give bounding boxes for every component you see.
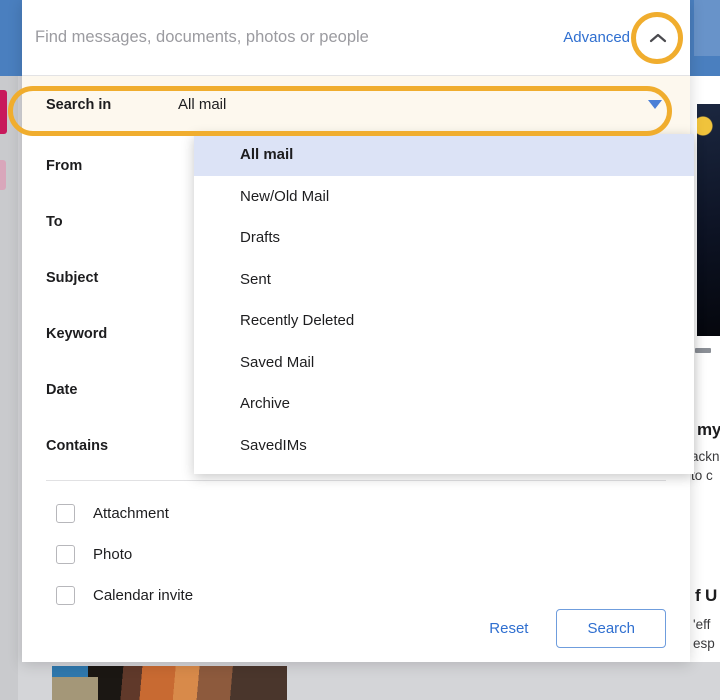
background-article-1-body-line2: to c (691, 468, 713, 483)
background-article-1-heading: my (697, 420, 720, 439)
dropdown-option-drafts[interactable]: Drafts (194, 217, 694, 259)
background-article-1-body-line1: ackn (691, 449, 720, 464)
search-in-row: Search in All mail (22, 76, 690, 135)
background-app-header-accent (694, 0, 720, 56)
background-bottom-photo-rock (52, 677, 98, 700)
field-label-date: Date (46, 382, 78, 398)
reset-button[interactable]: Reset (479, 612, 538, 645)
background-article-image (697, 104, 720, 336)
background-bottom-photo-sky (52, 666, 88, 677)
search-in-dropdown-menu: All mail New/Old Mail Drafts Sent Recent… (194, 134, 694, 474)
background-article-1-body: ackn to c (691, 447, 720, 485)
field-label-contains: Contains (46, 438, 109, 454)
dropdown-option-new-old-mail[interactable]: New/Old Mail (194, 176, 694, 218)
search-in-selected-value: All mail (178, 96, 227, 113)
chevron-down-icon (648, 100, 662, 109)
background-article-2-body-line1: 'eff (693, 617, 711, 632)
background-article-2-body: 'eff esp (693, 615, 720, 653)
panel-actions: Reset Search (479, 609, 666, 648)
checkbox-attachment[interactable] (56, 504, 75, 523)
search-bar: Advanced (22, 0, 690, 76)
checkbox-calendar-invite[interactable] (56, 586, 75, 605)
field-label-to: To (46, 214, 63, 230)
advanced-search-panel: Advanced Search in All mail From To Subj… (22, 0, 694, 662)
field-label-subject: Subject (46, 270, 99, 286)
search-in-select[interactable]: All mail (178, 76, 666, 135)
dropdown-option-archive[interactable]: Archive (194, 383, 694, 425)
checkbox-photo[interactable] (56, 545, 75, 564)
search-input[interactable] (35, 28, 564, 47)
dropdown-option-all-mail[interactable]: All mail (194, 134, 694, 176)
checkbox-row-photo[interactable]: Photo (56, 534, 690, 575)
dropdown-option-recently-deleted[interactable]: Recently Deleted (194, 300, 694, 342)
background-left-rail-marker (0, 90, 7, 134)
dropdown-option-savedims[interactable]: SavedIMs (194, 425, 694, 467)
field-label-keyword: Keyword (46, 326, 108, 342)
checkbox-label-attachment: Attachment (93, 505, 169, 522)
checkbox-label-calendar-invite: Calendar invite (93, 587, 194, 604)
search-in-label: Search in (46, 97, 112, 113)
chevron-up-icon (649, 32, 667, 44)
dropdown-option-saved-mail[interactable]: Saved Mail (194, 342, 694, 384)
collapse-advanced-button[interactable] (640, 20, 676, 56)
checkbox-row-attachment[interactable]: Attachment (56, 493, 690, 534)
background-image-caption (695, 348, 711, 353)
background-article-2-heading: f U (695, 586, 718, 605)
advanced-link[interactable]: Advanced (563, 29, 630, 46)
field-label-from: From (46, 158, 83, 174)
checkbox-label-photo: Photo (93, 546, 133, 563)
search-button[interactable]: Search (556, 609, 666, 648)
contains-checkbox-group: Attachment Photo Calendar invite (22, 481, 690, 616)
background-article-2-body-line2: esp (693, 636, 715, 651)
background-left-rail-marker-secondary (0, 160, 6, 190)
dropdown-option-sent[interactable]: Sent (194, 259, 694, 301)
